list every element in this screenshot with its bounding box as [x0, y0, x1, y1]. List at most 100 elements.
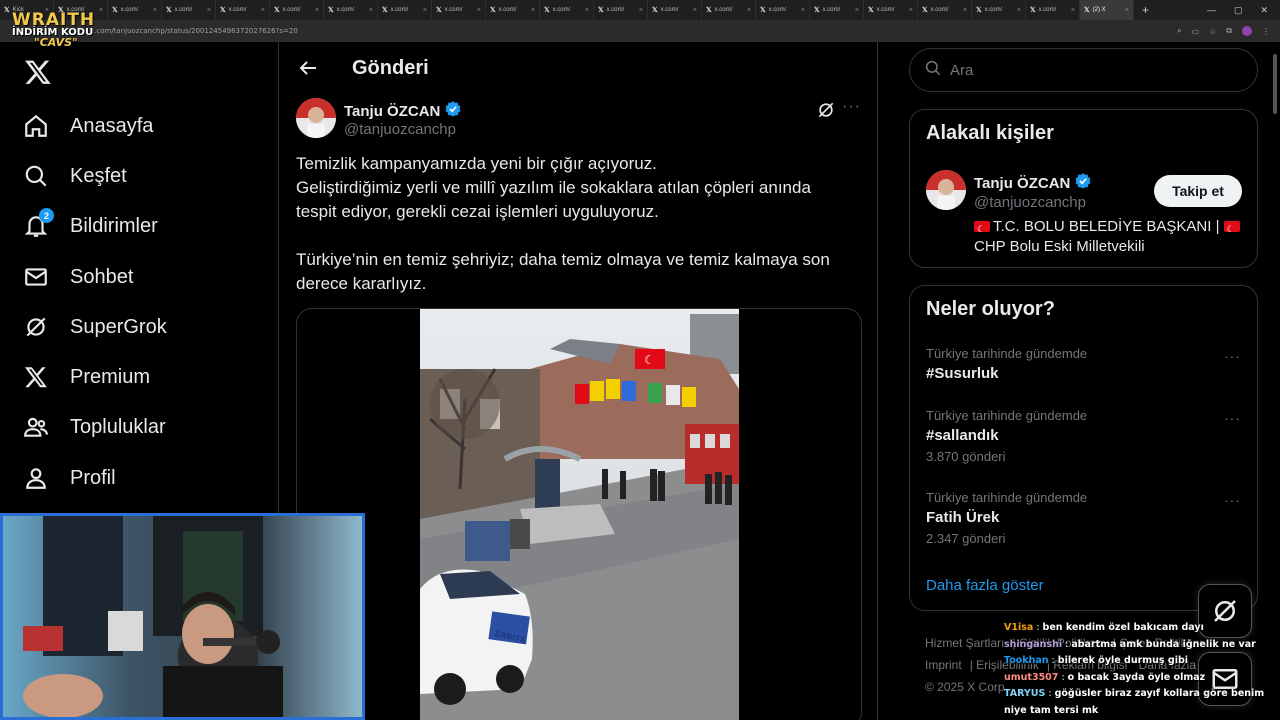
close-window-icon[interactable]: ✕: [1260, 5, 1268, 16]
cast-icon[interactable]: ▭: [1192, 27, 1200, 36]
tab-close-icon[interactable]: ×: [639, 7, 643, 14]
nav-item-supergrok[interactable]: SuperGrok: [22, 307, 167, 347]
browser-tab[interactable]: 𝕏x.com/ ×: [162, 0, 216, 20]
browser-tab[interactable]: 𝕏x.com/ ×: [702, 0, 756, 20]
tab-close-icon[interactable]: ×: [909, 7, 913, 14]
x-favicon-icon: 𝕏: [1084, 7, 1090, 14]
tab-close-icon[interactable]: ×: [477, 7, 481, 14]
browser-tab[interactable]: 𝕏 (2) X ×: [1080, 0, 1134, 20]
nav-item-chat[interactable]: Sohbet: [22, 257, 133, 297]
scrollbar-thumb[interactable]: [1273, 54, 1277, 114]
browser-tab[interactable]: 𝕏x.com/ ×: [270, 0, 324, 20]
related-name-row[interactable]: Tanju ÖZCAN: [974, 172, 1092, 194]
tab-close-icon[interactable]: ×: [531, 7, 535, 14]
browser-tab[interactable]: 𝕏x.com/ ×: [432, 0, 486, 20]
tab-close-icon[interactable]: ×: [801, 7, 805, 14]
trend-tag[interactable]: #Susurluk: [926, 365, 1246, 382]
nav-item-communities[interactable]: Topluluklar: [22, 407, 166, 447]
tab-close-icon[interactable]: ×: [1125, 7, 1129, 14]
new-tab-icon[interactable]: +: [1134, 3, 1157, 17]
related-name[interactable]: Tanju ÖZCAN: [974, 175, 1070, 192]
page-scrollbar[interactable]: [1272, 44, 1278, 720]
tab-close-icon[interactable]: ×: [261, 7, 265, 14]
browser-tab[interactable]: 𝕏x.com/ ×: [216, 0, 270, 20]
browser-tab[interactable]: 𝕏x.com/ ×: [486, 0, 540, 20]
show-more-link[interactable]: Daha fazla göster: [926, 577, 1044, 594]
browser-tab[interactable]: 𝕏x.com/ ×: [756, 0, 810, 20]
nav-label: Topluluklar: [70, 415, 166, 438]
author-handle[interactable]: @tanjuozcanchp: [344, 121, 456, 138]
x-logo-icon[interactable]: [24, 58, 52, 86]
webcam-feed-image: [3, 516, 362, 717]
tab-close-icon[interactable]: ×: [153, 7, 157, 14]
trend-item[interactable]: Türkiye tarihinde gündemde #Susurluk: [926, 346, 1246, 382]
tab-close-icon[interactable]: ×: [963, 7, 967, 14]
trend-item[interactable]: Türkiye tarihinde gündemde #sallandık 3.…: [926, 408, 1246, 464]
browser-tab[interactable]: 𝕏x.com/ ×: [864, 0, 918, 20]
tab-close-icon[interactable]: ×: [693, 7, 697, 14]
nav-item-home[interactable]: Anasayfa: [22, 106, 153, 146]
tab-close-icon[interactable]: ×: [315, 7, 319, 14]
more-options-icon[interactable]: ···: [842, 99, 862, 120]
browser-tab[interactable]: 𝕏x.com/ ×: [648, 0, 702, 20]
nav-item-notifications[interactable]: 2 Bildirimler: [22, 206, 158, 246]
browser-tab[interactable]: 𝕏x.com/ ×: [810, 0, 864, 20]
browser-tab[interactable]: 𝕏x.com/ ×: [540, 0, 594, 20]
footer-link[interactable]: Hizmet Şartları: [925, 636, 1004, 650]
related-handle[interactable]: @tanjuozcanchp: [974, 194, 1086, 211]
author-name[interactable]: Tanju ÖZCAN: [344, 103, 440, 120]
tab-label: x.com/: [228, 7, 247, 13]
tab-close-icon[interactable]: ×: [747, 7, 751, 14]
trend-more-icon[interactable]: ···: [1224, 410, 1241, 426]
nav-item-premium[interactable]: Premium: [22, 357, 150, 397]
extensions-icon[interactable]: ⧉: [1226, 26, 1232, 36]
nav-label: Bildirimler: [70, 214, 158, 237]
tab-close-icon[interactable]: ×: [423, 7, 427, 14]
browser-tab[interactable]: 𝕏x.com/ ×: [378, 0, 432, 20]
minimize-icon[interactable]: —: [1207, 5, 1216, 16]
trends-title: Neler oluyor?: [926, 298, 1055, 320]
search-input[interactable]: [950, 61, 1230, 79]
trend-tag[interactable]: #sallandık: [926, 427, 1246, 444]
window-controls: — ▢ ✕: [1207, 5, 1280, 16]
search-box[interactable]: [909, 48, 1258, 92]
tab-close-icon[interactable]: ×: [369, 7, 373, 14]
trend-more-icon[interactable]: ···: [1224, 492, 1241, 508]
video-player[interactable]: ☾ ZABITA: [420, 309, 739, 720]
follow-button[interactable]: Takip et: [1154, 175, 1242, 207]
profile-avatar-icon[interactable]: [1242, 26, 1252, 36]
related-avatar[interactable]: [926, 170, 966, 210]
author-name-row[interactable]: Tanju ÖZCAN: [344, 100, 462, 122]
trend-item[interactable]: Türkiye tarihinde gündemde Fatih Ürek 2.…: [926, 490, 1246, 546]
tab-label: x.com/: [120, 7, 139, 13]
tab-label: (2) X: [1092, 7, 1106, 13]
maximize-icon[interactable]: ▢: [1234, 5, 1243, 16]
tab-close-icon[interactable]: ×: [1017, 7, 1021, 14]
zoom-icon[interactable]: ⌕: [1177, 26, 1181, 36]
browser-tab[interactable]: 𝕏x.com/ ×: [1026, 0, 1080, 20]
tab-close-icon[interactable]: ×: [1071, 7, 1075, 14]
grok-explain-icon[interactable]: [816, 100, 836, 120]
trend-tag[interactable]: Fatih Ürek: [926, 509, 1246, 526]
post-media[interactable]: ☾ ZABITA: [296, 308, 862, 720]
nav-item-explore[interactable]: Keşfet: [22, 156, 127, 196]
author-avatar[interactable]: [296, 98, 336, 138]
browser-address-bar[interactable]: x.com/tanjuozcanchp/status/2001245496372…: [0, 20, 1280, 42]
bookmark-star-icon[interactable]: ☆: [1209, 27, 1216, 36]
trend-context: Türkiye tarihinde gündemde: [926, 408, 1088, 423]
browser-tab[interactable]: 𝕏x.com/ ×: [594, 0, 648, 20]
x-favicon-icon: 𝕏: [814, 7, 820, 14]
back-arrow-icon[interactable]: [296, 56, 320, 80]
tab-close-icon[interactable]: ×: [585, 7, 589, 14]
url-text[interactable]: x.com/tanjuozcanchp/status/2001245496372…: [90, 27, 298, 35]
browser-tab[interactable]: 𝕏x.com/ ×: [918, 0, 972, 20]
browser-tab[interactable]: 𝕏x.com/ ×: [972, 0, 1026, 20]
menu-kebab-icon[interactable]: ⋮: [1262, 27, 1270, 36]
browser-tab[interactable]: 𝕏x.com/ ×: [108, 0, 162, 20]
tab-close-icon[interactable]: ×: [207, 7, 211, 14]
tab-close-icon[interactable]: ×: [855, 7, 859, 14]
nav-item-profile[interactable]: Profil: [22, 458, 116, 498]
footer-link[interactable]: Imprint: [925, 658, 962, 672]
trend-more-icon[interactable]: ···: [1224, 348, 1241, 364]
browser-tab[interactable]: 𝕏x.com/ ×: [324, 0, 378, 20]
